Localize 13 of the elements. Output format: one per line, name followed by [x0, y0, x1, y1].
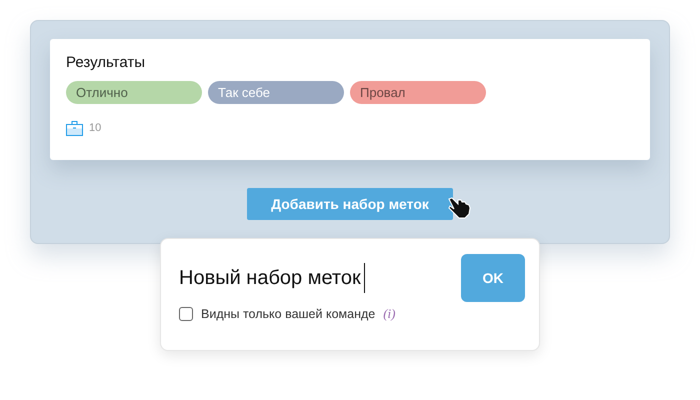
ok-button[interactable]: OK [461, 254, 525, 302]
tag[interactable]: Так себе [208, 81, 344, 104]
name-input-field[interactable]: Новый набор меток [179, 261, 366, 295]
hand-pointer-icon [447, 195, 473, 219]
add-label-set-button[interactable]: Добавить набор меток [247, 188, 453, 220]
tag[interactable]: Провал [350, 81, 486, 104]
briefcase-icon [66, 120, 83, 136]
checkbox-label: Видны только вашей команде [201, 307, 376, 321]
tag[interactable]: Отлично [66, 81, 202, 104]
card-title: Результаты [66, 54, 146, 71]
checkbox[interactable] [179, 307, 193, 321]
count-label: 10 [89, 122, 102, 134]
info-link[interactable]: (i) [383, 306, 396, 322]
